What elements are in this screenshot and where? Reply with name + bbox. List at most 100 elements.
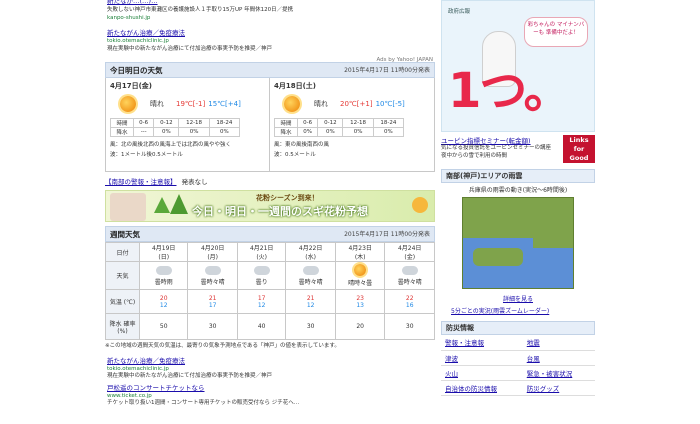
d2-rain-1: 0% (297, 127, 319, 137)
land-shape (533, 228, 573, 248)
week-temp-6: 22 16 (384, 289, 435, 314)
week-temp-5: 23 13 (334, 289, 386, 314)
disaster-link-volcano[interactable]: 火山 (441, 365, 523, 381)
ad-b2-desc: チケット取り扱い1週間・コンサート専用チケットの販売受付なら ジチ花ヘ… (107, 400, 300, 406)
week-rain-1: 50 (138, 313, 189, 340)
weekly-table: 日付 4月19日 (日) 4月20日 (月) 4月21日 (火) 4月22日 (水) 4… (105, 242, 435, 340)
ad-line1-link[interactable]: 新たなが…(…)… (107, 0, 433, 6)
ad-block-top: 新たなが…(…)… 失敗しない神戸市東灘区の養護施設人１手取り15万UP 年間休… (105, 0, 435, 63)
day1-high-diff: [-1] (192, 100, 206, 108)
week-weather-5: 晴時々曇 (334, 261, 386, 290)
island-shape (473, 248, 523, 266)
today-day-1: 4月17日(金) 晴れ 19℃ [-1] 15℃ [+4] 時間 0-6 0-1… (106, 78, 270, 171)
pollen-banner[interactable]: 花粉シーズン到来！ 今日・明日・一週間のスギ花粉予想 (105, 190, 435, 222)
links-for-good-badge[interactable]: Links for Good (563, 135, 595, 163)
week-rain-4: 30 (285, 313, 336, 340)
mynumber-banner[interactable]: 政府広報 彩ちゃんの マイナンバーも 準備中だよ！ 1つ。 (441, 0, 595, 132)
side-ad-desc: 気になる投資信託をユーピンセミナーの講座 夜中からの雪で利用の時間 (441, 145, 552, 159)
ad2-url[interactable]: tokio.otemachiclinic.jp (107, 38, 433, 46)
cloud-sun-icon (204, 265, 221, 275)
day2-rain-table: 時間 0-6 0-12 12-18 18-24 降水 0% 0% 0% 0% (273, 118, 405, 137)
d2-time-2: 0-12 (317, 118, 344, 128)
alert-link[interactable]: 【南部の警報・注意報】 (105, 178, 177, 186)
d2-time-h: 時間 (273, 118, 299, 128)
day1-date: 4月17日(金) (110, 82, 153, 90)
banner-big-text: 1つ。 (448, 63, 571, 119)
week-date-6: 4月24日 (金) (384, 242, 435, 262)
today-title: 今日明日の天気 (110, 66, 163, 75)
side-column: 政府広報 彩ちゃんの マイナンバーも 準備中だよ！ 1つ。 ユーピン指標セミナー… (441, 0, 595, 396)
week-row-temp-label: 気温 (℃) (105, 289, 140, 314)
disaster-link-local[interactable]: 自治体の防災情報 (441, 380, 523, 396)
day2-wave: 波：0.5メートル (274, 151, 316, 158)
ad-b2-title[interactable]: 戸松遥のコンサートチケットなら (107, 384, 433, 393)
disaster-link-quake[interactable]: 地震 (522, 335, 595, 351)
d1-time-1: 0-6 (133, 118, 155, 128)
side-ad: ユーピン指標セミナー(転金額) 気になる投資信託をユーピンセミナーの講座 夜中か… (441, 135, 595, 165)
week-date-4: 4月22日 (水) (285, 242, 336, 262)
alert-line: 【南部の警報・注意報】 発表なし (105, 176, 435, 186)
d2-time-1: 0-6 (297, 118, 319, 128)
ad-b1-title[interactable]: 新たながん治療／免疫療法 (107, 357, 433, 366)
pollen-main-text: 今日・明日・一週間のスギ花粉予想 (192, 205, 368, 218)
disaster-link-goods[interactable]: 防災グッズ (522, 380, 595, 396)
disaster-header: 防災情報 (441, 321, 595, 335)
ad-line1-desc: 失敗しない神戸市東灘区の養護施設人１手取り15万UP 年間休120日／提携 (107, 7, 294, 13)
map-realtime-link[interactable]: 5分ごとの実況(雨雲ズームレーダー) (441, 306, 595, 315)
ad-line1-url[interactable]: kanpo-shushi.jp (107, 15, 433, 23)
week-rain-2: 30 (187, 313, 238, 340)
weekly-title: 週間天気 (110, 230, 140, 239)
sun-cloud-icon (354, 264, 367, 276)
week-weather-6: 曇時々晴 (384, 261, 435, 290)
ad-b2-url[interactable]: www.ticket.co.jp (107, 393, 433, 401)
map-detail-link[interactable]: 詳細を見る (441, 294, 595, 303)
disaster-link-alerts[interactable]: 警報・注意報 (441, 335, 523, 351)
banner-small-text: 政府広報 (448, 9, 471, 15)
disaster-link-typhoon[interactable]: 台風 (522, 350, 595, 366)
day1-wave: 波：1メートル後0.5メートル (110, 151, 183, 158)
week-date-3: 4月21日 (火) (236, 242, 287, 262)
sunny-icon (284, 96, 300, 112)
d2-time-3: 12-18 (342, 118, 374, 128)
ad-b1-desc: 現在実験中の新たながん治療にて付加治療の事実予防を推奨／神戸 (107, 373, 273, 379)
disaster-link-emergency[interactable]: 緊急・被害状況 (522, 365, 595, 381)
d2-time-4: 18-24 (372, 118, 405, 128)
tree-icon (154, 197, 170, 213)
day2-high-diff: [+1] (356, 100, 373, 108)
main-column: 新たなが…(…)… 失敗しない神戸市東灘区の養護施設人１手取り15万UP 年間休… (105, 0, 435, 408)
d1-rain-4: 0% (208, 127, 241, 137)
day1-low-diff: [+4] (225, 100, 241, 108)
cloud-icon (253, 265, 270, 275)
page: 新たなが…(…)… 失敗しない神戸市東灘区の養護施設人１手取り15万UP 年間休… (105, 0, 595, 424)
cloud-sun-icon (401, 265, 418, 275)
day2-weather: 晴れ (314, 100, 328, 108)
week-temp-3: 17 12 (236, 289, 287, 314)
d2-rain-4: 0% (372, 127, 405, 137)
day2-date: 4月18日(土) (274, 82, 317, 90)
region-header: 南部(神戸)エリアの雨雲 (441, 169, 595, 183)
rain-radar-map[interactable] (462, 197, 574, 289)
weekly-note: ※この地域の週間天気の気温は、最寄りの気象予測地点である「神戸」の値を表示してい… (105, 343, 340, 349)
ad2-title[interactable]: 新たながん治療／免疫療法 (107, 29, 433, 38)
d2-rain-h: 降水 (273, 127, 299, 137)
day1-wind: 風：北の風後北西の風海上では北西の風やや強く (110, 142, 232, 148)
d2-rain-3: 0% (342, 127, 374, 137)
disaster-table: 警報・注意報 地震 津波 台風 火山 緊急・被害状況 自治体の防災情報 防災グッ… (441, 335, 595, 396)
alert-value: 発表なし (181, 178, 208, 186)
week-weather-2: 曇時々晴 (187, 261, 238, 290)
disaster-link-tsunami[interactable]: 津波 (441, 350, 523, 366)
pollen-sun-icon (412, 197, 428, 213)
cloud-sun-icon (302, 265, 319, 275)
day1-high: 19℃ (176, 100, 193, 108)
week-weather-4: 曇時々晴 (285, 261, 336, 290)
ad-b1-url[interactable]: tokio.otemachiclinic.jp (107, 366, 433, 374)
banner-bubble: 彩ちゃんの マイナンバーも 準備中だよ！ (524, 17, 588, 47)
week-weather-1: 曇時雨 (138, 261, 189, 290)
today-panel: 4月17日(金) 晴れ 19℃ [-1] 15℃ [+4] 時間 0-6 0-1… (105, 78, 435, 172)
sunny-icon (120, 96, 136, 112)
week-date-5: 4月23日 (木) (334, 242, 386, 262)
week-row-rain-label: 降水 確率 (%) (105, 313, 140, 340)
weekly-stamp: 2015年4月17日 11時00分発表 (344, 231, 430, 238)
day1-weather: 晴れ (150, 100, 164, 108)
d1-time-2: 0-12 (153, 118, 180, 128)
